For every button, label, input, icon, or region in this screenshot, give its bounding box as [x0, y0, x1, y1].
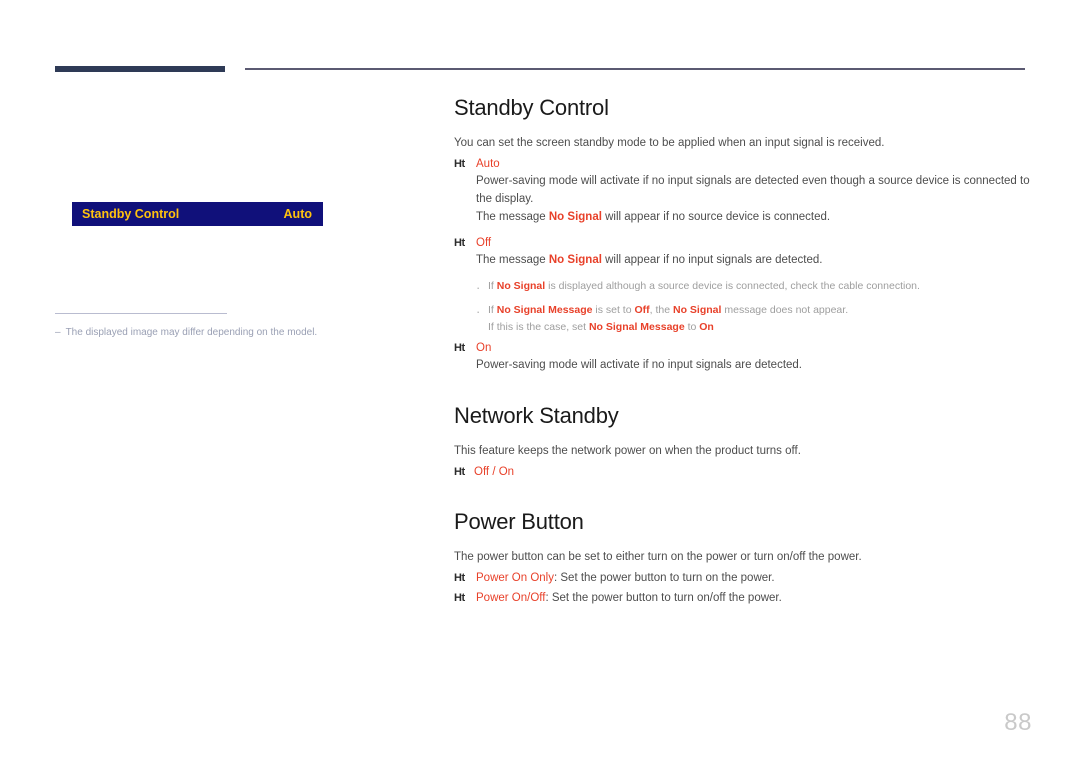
sub-bullet-list: · If No Signal is displayed although a s… [476, 279, 1034, 336]
figure-note-dash: – [55, 327, 61, 338]
bullet-dot-icon: · [476, 279, 481, 295]
option-inline-description: : Set the power button to turn on/off th… [545, 591, 782, 604]
option-description-off: The message No Signal will appear if no … [454, 252, 1034, 336]
option-bullet-icon: Ht [454, 465, 465, 478]
content-column: Standby Control You can set the screen s… [454, 95, 1034, 608]
option-item-off-on: Ht Off / On [454, 464, 1034, 481]
option-bullet-icon: Ht [454, 571, 465, 584]
sub-bullet-item: · If No Signal is displayed although a s… [476, 279, 1034, 297]
option-bullet-icon: Ht [454, 591, 465, 604]
section-heading: Network Standby [454, 402, 619, 428]
option-description-line: Power-saving mode will activate if no in… [476, 358, 803, 371]
option-item-power-on-only: Ht Power On Only: Set the power button t… [454, 570, 1034, 587]
option-description-line: Power-saving mode will activate if no in… [476, 175, 1030, 205]
bullet-dot-icon: · [476, 304, 481, 320]
page-number: 88 [1004, 709, 1032, 736]
option-item-off: Ht Off [454, 235, 1034, 252]
option-list: Ht Auto Power-saving mode will activate … [454, 156, 1034, 375]
section-network-standby: Network Standby This feature keeps the n… [454, 402, 1034, 481]
option-item-power-on-off: Ht Power On/Off: Set the power button to… [454, 590, 1034, 607]
option-description-line: The message No Signal will appear if no … [476, 210, 831, 223]
figure-note: – The displayed image may differ dependi… [55, 313, 355, 339]
option-description-line: The message No Signal will appear if no … [476, 253, 823, 266]
header-rule-thin-segment [245, 68, 1025, 70]
option-description-on: Power-saving mode will activate if no in… [454, 357, 1034, 375]
section-intro: The power button can be set to either tu… [454, 550, 862, 563]
figure-note-text: The displayed image may differ depending… [65, 327, 318, 338]
osd-menu-preview: Standby Control Auto [72, 202, 323, 226]
figure-note-divider [55, 313, 227, 314]
sub-bullet-item: · If No Signal Message is set to Off, th… [476, 303, 1034, 335]
section-intro: This feature keeps the network power on … [454, 444, 801, 457]
sub-bullet-text: If No Signal is displayed although a sou… [488, 279, 920, 292]
option-bullet-icon: Ht [454, 341, 465, 354]
header-rule [55, 66, 1025, 72]
section-standby-control: Standby Control You can set the screen s… [454, 95, 1034, 375]
section-power-button: Power Button The power button can be set… [454, 508, 1034, 608]
section-intro: You can set the screen standby mode to b… [454, 137, 885, 150]
inline-emphasis: No Signal [548, 210, 602, 223]
osd-menu-value: Auto [283, 206, 312, 221]
section-heading: Power Button [454, 508, 584, 534]
sub-bullet-text: If No Signal Message is set to Off, the … [488, 303, 1034, 335]
option-bullet-icon: Ht [454, 157, 465, 170]
option-description-auto: Power-saving mode will activate if no in… [454, 173, 1034, 226]
option-inline-description: : Set the power button to turn on the po… [553, 571, 775, 584]
sub-bullet-continuation: If this is the case, set No Signal Messa… [488, 321, 714, 334]
header-rule-thick-segment [55, 66, 225, 72]
inline-emphasis: No Signal [548, 253, 602, 266]
page-title: Standby Control [454, 95, 609, 120]
option-term: On [476, 341, 492, 354]
option-bullet-icon: Ht [454, 236, 465, 249]
option-term: Power On/Off [476, 591, 546, 604]
option-item-on: Ht On [454, 340, 1034, 357]
option-term: Off / On [474, 465, 515, 478]
option-term: Power On Only [476, 571, 554, 584]
option-list: Ht Power On Only: Set the power button t… [454, 570, 1034, 608]
option-list: Ht Off / On [454, 464, 1034, 481]
option-item-auto: Ht Auto [454, 156, 1034, 173]
osd-menu-label: Standby Control [82, 206, 180, 221]
option-term: Auto [476, 157, 500, 170]
option-term: Off [476, 236, 492, 249]
